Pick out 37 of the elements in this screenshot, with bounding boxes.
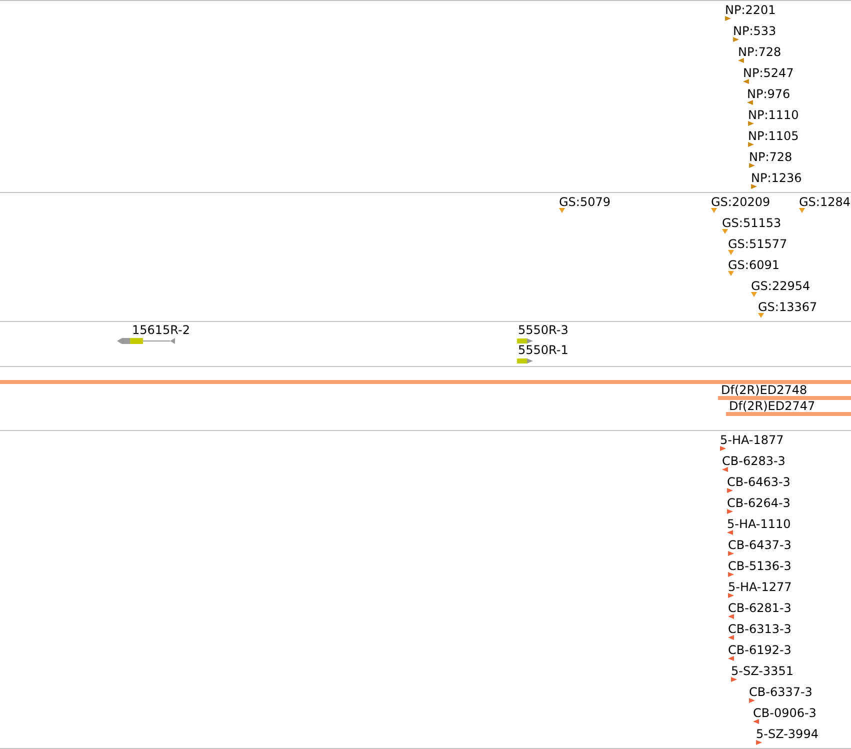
feature-label: CB-6313-3 bbox=[728, 623, 792, 635]
feature-label: NP:1105 bbox=[748, 130, 799, 142]
feature-label: NP:976 bbox=[747, 88, 790, 100]
feature-label: GS:20209 bbox=[711, 196, 770, 208]
gene-label: 5550R-3 bbox=[518, 324, 568, 336]
feature-label: GS:13367 bbox=[758, 301, 818, 313]
gene-label: 5550R-1 bbox=[518, 344, 568, 356]
feature-label: GS:22954 bbox=[751, 280, 810, 292]
feature-label: NP:2201 bbox=[725, 4, 776, 16]
feature-label: CB-6264-3 bbox=[727, 497, 790, 509]
feature-label: NP:728 bbox=[738, 46, 782, 58]
feature-label: CB-6337-3 bbox=[749, 686, 812, 698]
feature-label: CB-6283-3 bbox=[722, 455, 786, 467]
feature-label: Df(2R)ED2747 bbox=[729, 401, 816, 412]
feature-label: CB-6463-3 bbox=[727, 476, 790, 488]
feature-label: GS:51577 bbox=[728, 238, 788, 250]
feature-label: GS:5079 bbox=[559, 196, 610, 208]
feature-label: CB-0906-3 bbox=[753, 707, 816, 719]
feature-label: CB-6281-3 bbox=[728, 602, 792, 614]
feature-label: CB-6192-3 bbox=[728, 644, 792, 656]
feature-label: NP:533 bbox=[733, 25, 776, 37]
feature-label: GS:51153 bbox=[722, 217, 782, 229]
feature-label: 5-HA-1110 bbox=[727, 518, 791, 530]
feature-label: GS:1284 bbox=[799, 196, 850, 208]
feature-label: 5-HA-1877 bbox=[720, 434, 784, 446]
feature-label: CB-5136-3 bbox=[728, 560, 792, 572]
gene-label: 15615R-2 bbox=[132, 324, 190, 336]
feature-label: NP:5247 bbox=[743, 67, 794, 79]
feature-label: 5-HA-1277 bbox=[728, 581, 792, 593]
feature-label: NP:1110 bbox=[748, 109, 799, 121]
feature-label: CB-6437-3 bbox=[728, 539, 792, 551]
feature-label: NP:728 bbox=[749, 151, 792, 163]
feature-label: GS:6091 bbox=[728, 259, 780, 271]
feature-label: Df(2R)ED2748 bbox=[721, 385, 808, 396]
feature-label: 5-SZ-3994 bbox=[756, 728, 818, 740]
feature-label: NP:1236 bbox=[751, 172, 802, 184]
feature-label: 5-SZ-3351 bbox=[731, 665, 794, 677]
